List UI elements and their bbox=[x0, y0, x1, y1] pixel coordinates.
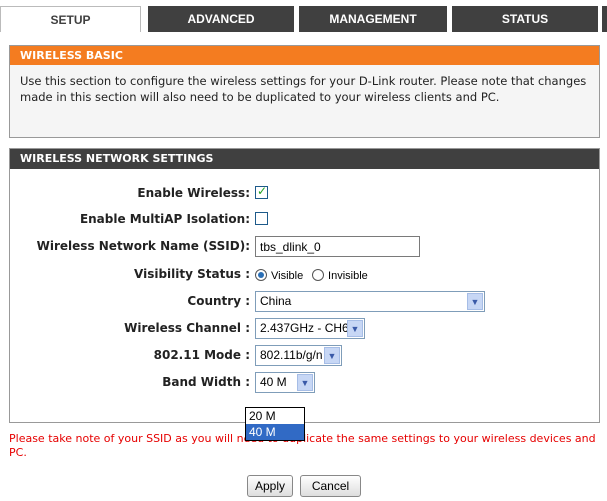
country-row: Country : China ▼ bbox=[10, 290, 599, 314]
visible-radio-label: Visible bbox=[271, 270, 304, 282]
enable-multiap-checkbox[interactable] bbox=[255, 212, 268, 225]
channel-select[interactable]: 2.437GHz - CH6 ▼ bbox=[255, 318, 365, 339]
apply-button[interactable]: Apply bbox=[247, 475, 293, 497]
invisible-radio-label: Invisible bbox=[328, 270, 368, 282]
visibility-label: Visibility Status : bbox=[134, 267, 250, 281]
enable-multiap-row: Enable MultiAP Isolation: bbox=[10, 208, 599, 232]
chevron-down-icon: ▼ bbox=[324, 347, 340, 364]
enable-wireless-checkbox[interactable] bbox=[255, 184, 268, 199]
mode-select[interactable]: 802.11b/g/n ▼ bbox=[255, 345, 342, 366]
bandwidth-option-40m[interactable]: 40 M bbox=[246, 424, 304, 440]
tab-setup[interactable]: SETUP bbox=[0, 6, 141, 32]
ssid-label: Wireless Network Name (SSID): bbox=[36, 239, 250, 253]
country-select[interactable]: China ▼ bbox=[255, 291, 485, 312]
enable-multiap-label: Enable MultiAP Isolation: bbox=[79, 212, 250, 226]
tab-edge bbox=[602, 6, 607, 32]
channel-select-value: 2.437GHz - CH6 bbox=[260, 321, 349, 335]
chevron-down-icon: ▼ bbox=[347, 320, 363, 337]
mode-select-value: 802.11b/g/n bbox=[260, 348, 323, 362]
enable-wireless-row: Enable Wireless: bbox=[10, 182, 599, 206]
bandwidth-dropdown-list: 20 M 40 M bbox=[245, 407, 305, 441]
bandwidth-select-value: 40 M bbox=[260, 375, 287, 389]
bandwidth-option-20m[interactable]: 20 M bbox=[246, 408, 304, 424]
bandwidth-select[interactable]: 40 M ▼ bbox=[255, 372, 315, 393]
ssid-input[interactable] bbox=[255, 236, 420, 257]
visibility-row: Visibility Status : Visible Invisible bbox=[10, 263, 599, 287]
chevron-down-icon: ▼ bbox=[467, 293, 483, 310]
enable-wireless-label: Enable Wireless: bbox=[137, 186, 250, 200]
country-label: Country : bbox=[187, 294, 250, 308]
mode-label: 802.11 Mode : bbox=[153, 348, 250, 362]
wireless-basic-panel: WIRELESS BASIC Use this section to confi… bbox=[9, 45, 600, 138]
channel-row: Wireless Channel : 2.437GHz - CH6 ▼ bbox=[10, 317, 599, 341]
country-select-value: China bbox=[260, 294, 292, 308]
bandwidth-row: Band Width : 40 M ▼ bbox=[10, 371, 599, 395]
chevron-down-icon: ▼ bbox=[297, 374, 313, 391]
wireless-network-settings-panel: WIRELESS NETWORK SETTINGS Enable Wireles… bbox=[9, 148, 600, 423]
wireless-basic-title: WIRELESS BASIC bbox=[10, 46, 599, 65]
invisible-radio[interactable] bbox=[312, 269, 325, 281]
mode-row: 802.11 Mode : 802.11b/g/n ▼ bbox=[10, 344, 599, 368]
cancel-button[interactable]: Cancel bbox=[300, 475, 361, 497]
top-tab-bar: SETUP ADVANCED MANAGEMENT STATUS bbox=[0, 0, 607, 34]
tab-status[interactable]: STATUS bbox=[452, 6, 598, 32]
tab-management[interactable]: MANAGEMENT bbox=[299, 6, 447, 32]
bandwidth-label: Band Width : bbox=[162, 375, 250, 389]
wireless-basic-description: Use this section to configure the wirele… bbox=[10, 65, 599, 137]
tab-advanced[interactable]: ADVANCED bbox=[148, 6, 294, 32]
visible-radio[interactable] bbox=[255, 269, 267, 281]
wireless-network-settings-title: WIRELESS NETWORK SETTINGS bbox=[10, 149, 599, 169]
channel-label: Wireless Channel : bbox=[124, 321, 250, 335]
ssid-row: Wireless Network Name (SSID): bbox=[10, 235, 599, 259]
